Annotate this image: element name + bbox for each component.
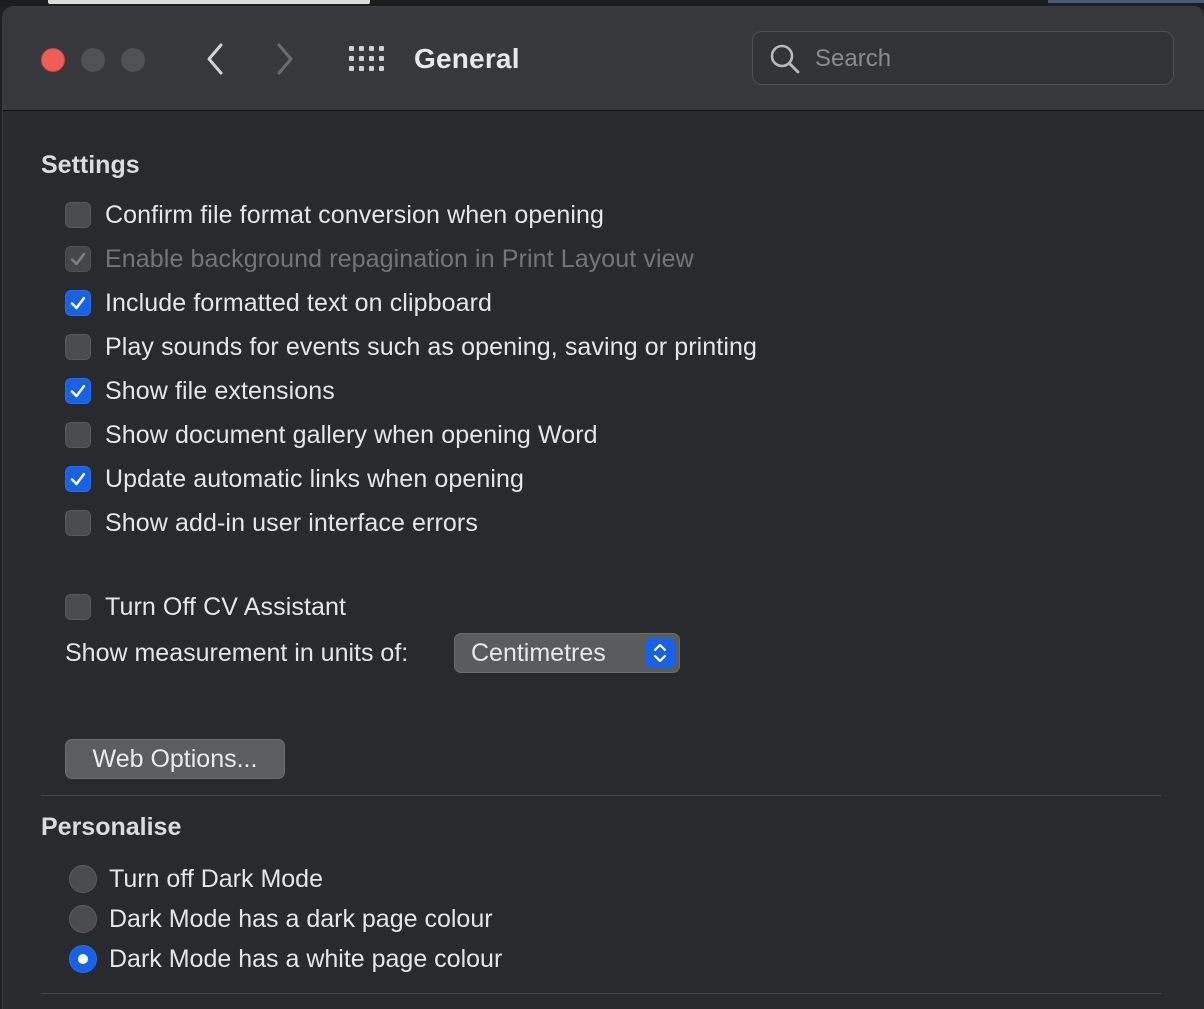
background-tab-highlight	[1048, 0, 1204, 3]
chevron-right-icon	[277, 43, 293, 75]
checkbox[interactable]	[65, 510, 91, 536]
checkbox[interactable]	[65, 422, 91, 448]
option-label: Dark Mode has a white page colour	[109, 944, 503, 973]
option-label: Update automatic links when opening	[105, 464, 525, 493]
window-title: General	[414, 43, 520, 74]
minimize-button[interactable]	[81, 48, 105, 72]
settings-option[interactable]: Play sounds for events such as opening, …	[65, 331, 757, 363]
settings-option[interactable]: Confirm file format conversion when open…	[65, 199, 604, 231]
option-label: Confirm file format conversion when open…	[105, 200, 604, 229]
settings-option[interactable]: Show add-in user interface errors	[65, 507, 478, 539]
checkbox[interactable]	[65, 466, 91, 492]
search-icon	[770, 44, 800, 74]
checkbox[interactable]	[65, 202, 91, 228]
option-label: Enable background repagination in Print …	[105, 244, 694, 273]
dark-mode-option[interactable]: Dark Mode has a white page colour	[69, 943, 502, 975]
settings-heading: Settings	[41, 151, 140, 179]
toolbar: General	[3, 7, 1204, 111]
settings-option[interactable]: Show document gallery when opening Word	[65, 419, 598, 451]
units-select[interactable]: Centimetres	[454, 633, 680, 673]
radio-button[interactable]	[69, 865, 97, 893]
units-select-value: Centimetres	[471, 639, 606, 667]
chevron-left-icon	[207, 43, 223, 75]
option-label: Dark Mode has a dark page colour	[109, 904, 493, 933]
option-label: Turn Off CV Assistant	[105, 592, 347, 621]
search-field[interactable]	[752, 31, 1174, 85]
preferences-window: General Settings Confirm file format con…	[2, 6, 1204, 1009]
option-label: Play sounds for events such as opening, …	[105, 332, 758, 361]
up-down-chevron-icon	[645, 638, 675, 668]
cv-assistant-checkbox[interactable]	[65, 594, 91, 620]
search-input[interactable]	[813, 40, 1157, 78]
checkbox[interactable]	[65, 290, 91, 316]
checkbox	[65, 246, 91, 272]
cv-assistant-option[interactable]: Turn Off CV Assistant	[65, 591, 346, 623]
settings-option[interactable]: Update automatic links when opening	[65, 463, 524, 495]
radio-button[interactable]	[69, 945, 97, 973]
web-options-button[interactable]: Web Options...	[65, 739, 285, 779]
personalise-heading: Personalise	[41, 813, 182, 841]
units-label: Show measurement in units of:	[65, 639, 409, 667]
dark-mode-option[interactable]: Turn off Dark Mode	[69, 863, 323, 895]
option-label: Show document gallery when opening Word	[105, 420, 598, 449]
option-label: Turn off Dark Mode	[109, 864, 323, 893]
forward-button[interactable]	[267, 41, 303, 77]
checkbox[interactable]	[65, 378, 91, 404]
settings-option[interactable]: Show file extensions	[65, 375, 335, 407]
option-label: Include formatted text on clipboard	[105, 288, 493, 317]
radio-button[interactable]	[69, 905, 97, 933]
option-label: Show file extensions	[105, 376, 335, 405]
settings-option[interactable]: Include formatted text on clipboard	[65, 287, 492, 319]
settings-option: Enable background repagination in Print …	[65, 243, 694, 275]
show-all-grid-icon[interactable]	[347, 44, 385, 74]
close-button[interactable]	[41, 48, 65, 72]
dark-mode-option[interactable]: Dark Mode has a dark page colour	[69, 903, 493, 935]
section-divider	[41, 795, 1161, 796]
background-tab	[48, 0, 370, 4]
section-divider-bottom	[41, 993, 1161, 994]
option-label: Show add-in user interface errors	[105, 508, 478, 537]
zoom-button[interactable]	[121, 48, 145, 72]
back-button[interactable]	[197, 41, 233, 77]
checkbox[interactable]	[65, 334, 91, 360]
